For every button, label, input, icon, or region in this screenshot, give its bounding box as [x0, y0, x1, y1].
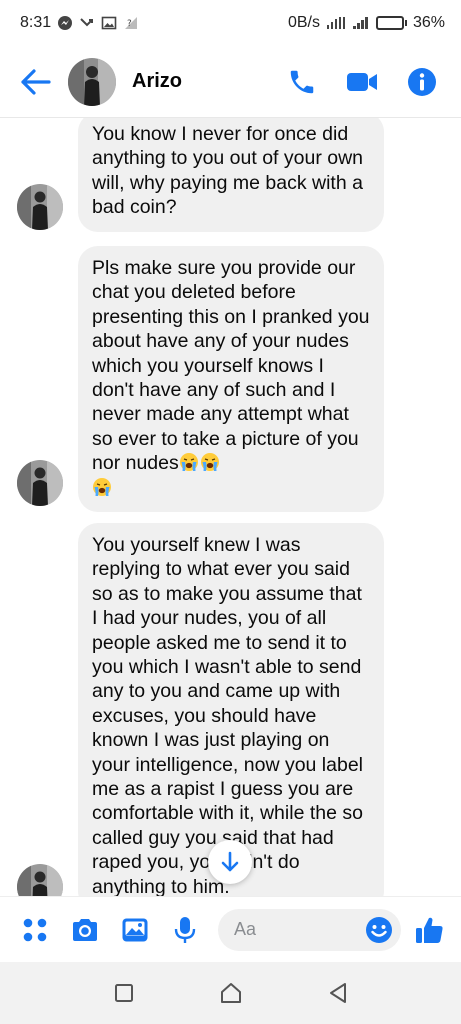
battery-percent: 36% [412, 14, 445, 31]
header-actions [285, 65, 439, 99]
crying-emoji-icon [92, 477, 112, 497]
cell-signal-icon [352, 16, 370, 30]
home-button[interactable] [211, 973, 251, 1013]
crying-emoji-icon [200, 452, 220, 472]
message-bubble[interactable]: You know I never for once did anything t… [78, 118, 384, 232]
voice-call-button[interactable] [285, 65, 319, 99]
message-row: You know I never for once did anything t… [0, 118, 461, 232]
messenger-icon [57, 15, 73, 31]
contact-name[interactable]: Arizo [132, 70, 285, 93]
phone-icon [290, 70, 314, 93]
contact-avatar[interactable] [68, 57, 116, 106]
apps-grid-icon [23, 918, 47, 941]
back-arrow-icon [21, 68, 51, 95]
sender-avatar[interactable] [17, 864, 63, 896]
voice-message-button[interactable] [168, 913, 202, 947]
hotspot-signal-icon [326, 16, 346, 30]
message-list[interactable]: You know I never for once did anything t… [0, 118, 461, 896]
more-actions-button[interactable] [18, 913, 52, 947]
arrow-down-icon [221, 851, 239, 872]
message-text: You know I never for once did anything t… [92, 123, 369, 219]
message-text: Pls make sure you provide our chat you d… [92, 257, 375, 475]
info-icon [408, 67, 436, 96]
emoji-icon [366, 916, 392, 943]
thumbs-up-icon [416, 917, 443, 943]
video-call-button[interactable] [345, 65, 379, 99]
signal-question-icon: ? [123, 15, 139, 31]
svg-text:?: ? [127, 19, 132, 29]
status-left: 8:31 ? [20, 14, 139, 32]
image-icon [122, 918, 148, 941]
video-icon [347, 72, 377, 91]
camera-icon [73, 918, 97, 941]
status-right: 0B/s 36% [288, 14, 445, 32]
triangle-back-icon [329, 983, 346, 1003]
battery-icon [375, 16, 407, 30]
emoji-button[interactable] [363, 914, 395, 946]
info-button[interactable] [405, 65, 439, 99]
recent-apps-button[interactable] [104, 973, 144, 1013]
missed-call-icon [79, 15, 95, 31]
back-button[interactable] [18, 64, 54, 100]
microphone-icon [174, 916, 196, 943]
status-time: 8:31 [20, 14, 52, 31]
message-input[interactable]: Aa [218, 908, 401, 951]
chat-header: Arizo [0, 46, 461, 118]
sender-avatar[interactable] [17, 460, 63, 506]
message-row: Pls make sure you provide our chat you d… [0, 246, 461, 513]
status-bar: 8:31 ? 0B/s 36% [0, 0, 461, 46]
system-navigation-bar [0, 962, 461, 1024]
composer: Aa [0, 896, 461, 962]
send-like-button[interactable] [413, 913, 447, 947]
network-speed: 0B/s [287, 14, 320, 31]
message-input-placeholder: Aa [234, 919, 257, 939]
gallery-button[interactable] [118, 913, 152, 947]
sender-avatar[interactable] [17, 184, 63, 230]
home-icon [220, 983, 241, 1003]
camera-button[interactable] [68, 913, 102, 947]
scroll-to-bottom-button[interactable] [208, 840, 252, 884]
square-icon [114, 984, 133, 1002]
back-nav-button[interactable] [318, 973, 358, 1013]
gallery-icon [101, 15, 117, 31]
message-bubble[interactable]: Pls make sure you provide our chat you d… [78, 246, 384, 513]
crying-emoji-icon [179, 452, 199, 472]
